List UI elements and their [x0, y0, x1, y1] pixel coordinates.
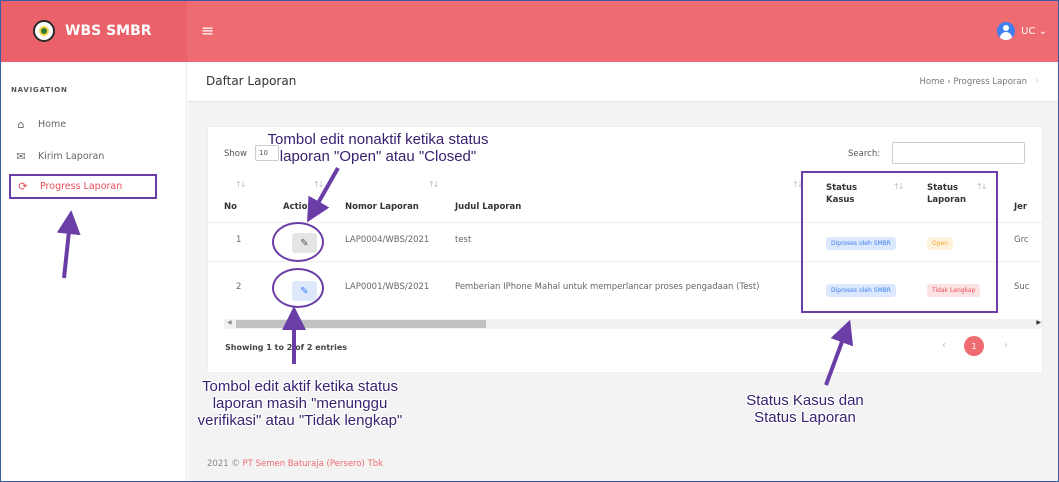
- screenshot-frame: [0, 0, 1059, 482]
